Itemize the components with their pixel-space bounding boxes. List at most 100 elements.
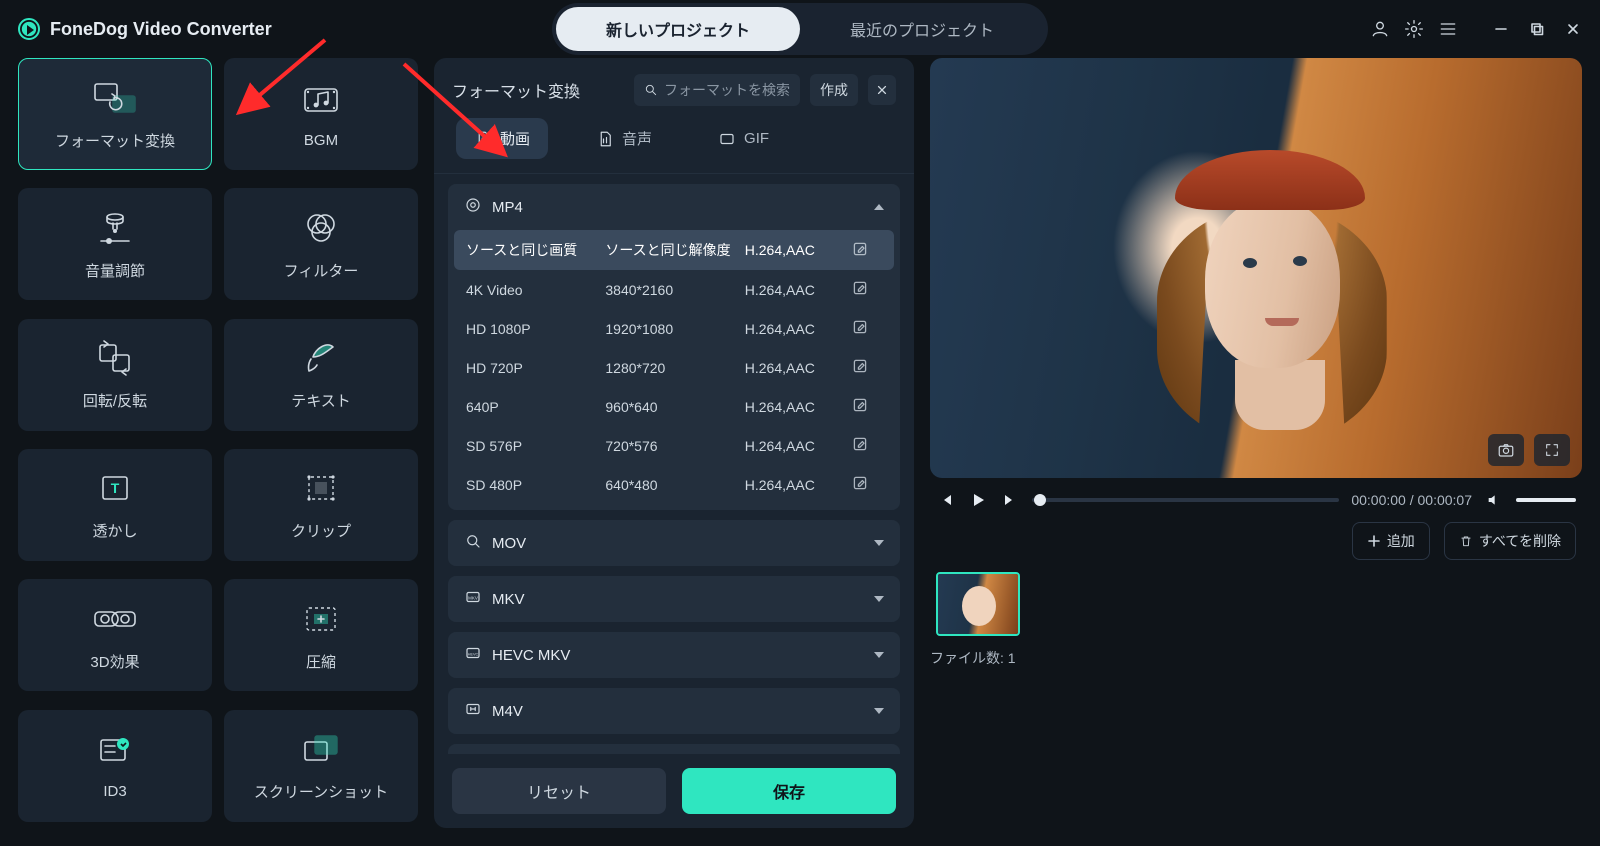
resolution: 3840*2160: [605, 282, 744, 298]
format-group-head[interactable]: AVI: [448, 744, 900, 754]
volume-icon[interactable]: [1484, 490, 1504, 510]
tool-watermark[interactable]: T 透かし: [18, 449, 212, 561]
file-thumbnail[interactable]: [936, 572, 1020, 636]
menu-icon[interactable]: [1438, 19, 1458, 39]
chevron-down-icon: [874, 652, 884, 658]
tool-label: 3D効果: [90, 651, 139, 672]
format-row[interactable]: ソースと同じ画質 ソースと同じ解像度 H.264,AAC: [454, 230, 894, 270]
window-minimize[interactable]: [1492, 20, 1510, 38]
svg-text:MKV: MKV: [468, 595, 478, 600]
format-row[interactable]: HD 1080P 1920*1080 H.264,AAC: [454, 309, 894, 348]
fullscreen-button[interactable]: [1534, 434, 1570, 466]
logo-icon: [18, 18, 40, 40]
codec: H.264,AAC: [745, 321, 852, 337]
resolution: 720*576: [605, 438, 744, 454]
tool-rotate[interactable]: 回転/反転: [18, 319, 212, 431]
quality: 4K Video: [466, 282, 605, 298]
tool-screenshot[interactable]: スクリーンショット: [224, 710, 418, 822]
tool-clip[interactable]: クリップ: [224, 449, 418, 561]
format-group-head[interactable]: MOV: [448, 520, 900, 566]
search-placeholder: フォーマットを検索: [664, 80, 790, 100]
tool-id3[interactable]: ID3: [18, 710, 212, 822]
format-name: MP4: [492, 199, 523, 216]
tool-label: フィルター: [284, 260, 359, 281]
id3-icon: [92, 731, 138, 771]
edit-icon[interactable]: [852, 397, 882, 416]
screenshot-icon: [298, 729, 344, 769]
player-bar: 00:00:00 / 00:00:07: [930, 490, 1582, 510]
format-icon: HEVC: [464, 644, 482, 666]
settings-icon[interactable]: [1404, 19, 1424, 39]
format-group-head[interactable]: M4V: [448, 688, 900, 734]
tab-audio[interactable]: 音声: [578, 118, 670, 159]
add-file-button[interactable]: 追加: [1352, 522, 1430, 560]
tool-compress[interactable]: 圧縮: [224, 579, 418, 691]
account-icon[interactable]: [1370, 19, 1390, 39]
resolution: 1920*1080: [605, 321, 744, 337]
file-count: ファイル数: 1: [930, 648, 1582, 668]
edit-icon[interactable]: [852, 358, 882, 377]
quality: HD 1080P: [466, 321, 605, 337]
window-close[interactable]: [1564, 20, 1582, 38]
snapshot-button[interactable]: [1488, 434, 1524, 466]
save-button[interactable]: 保存: [682, 768, 896, 814]
volume-slider[interactable]: [1516, 498, 1576, 502]
format-row[interactable]: SD 576P 720*576 H.264,AAC: [454, 426, 894, 465]
seek-slider[interactable]: [1032, 498, 1339, 502]
tool-filter[interactable]: フィルター: [224, 188, 418, 300]
reset-button[interactable]: リセット: [452, 768, 666, 814]
clip-icon: [298, 468, 344, 508]
tool-volume[interactable]: 音量調節: [18, 188, 212, 300]
gif-file-icon: [718, 130, 736, 148]
format-group-m4v: M4V: [448, 688, 900, 734]
format-icon: MKV: [464, 588, 482, 610]
window-maximize[interactable]: [1528, 20, 1546, 38]
format-icon: [464, 532, 482, 554]
format-group-mov: MOV: [448, 520, 900, 566]
format-group-head[interactable]: HEVC HEVC MKV: [448, 632, 900, 678]
resolution: 960*640: [605, 399, 744, 415]
delete-all-button[interactable]: すべてを削除: [1444, 522, 1576, 560]
video-file-icon: [474, 130, 492, 148]
format-group-head[interactable]: MKV MKV: [448, 576, 900, 622]
quality: ソースと同じ画質: [466, 240, 605, 260]
codec: H.264,AAC: [745, 360, 852, 376]
chevron-down-icon: [874, 540, 884, 546]
tool-label: 透かし: [92, 520, 137, 541]
tool-bgm[interactable]: BGM: [224, 58, 418, 170]
format-row[interactable]: HD 720P 1280*720 H.264,AAC: [454, 348, 894, 387]
create-format-button[interactable]: 作成: [810, 74, 858, 106]
format-panel: フォーマット変換 フォーマットを検索 作成 動画 音声 GIF: [434, 58, 914, 828]
next-button[interactable]: [1000, 490, 1020, 510]
tool-grid: フォーマット変換 BGM 音量調節 フィルター 回転/反転 テキストT 透かし …: [18, 58, 418, 828]
edit-icon[interactable]: [852, 280, 882, 299]
edit-icon[interactable]: [852, 241, 882, 260]
edit-icon[interactable]: [852, 319, 882, 338]
resolution: ソースと同じ解像度: [605, 240, 744, 260]
format-convert-icon: [92, 78, 138, 118]
tool-label: テキスト: [291, 390, 351, 411]
format-row[interactable]: 640P 960*640 H.264,AAC: [454, 387, 894, 426]
tool-text[interactable]: テキスト: [224, 319, 418, 431]
panel-close[interactable]: [868, 75, 896, 105]
chevron-down-icon: [874, 596, 884, 602]
audio-file-icon: [596, 130, 614, 148]
tab-gif[interactable]: GIF: [700, 118, 787, 159]
tab-video[interactable]: 動画: [456, 118, 548, 159]
format-row[interactable]: 4K Video 3840*2160 H.264,AAC: [454, 270, 894, 309]
play-button[interactable]: [968, 490, 988, 510]
tool-label: クリップ: [291, 520, 351, 541]
edit-icon[interactable]: [852, 436, 882, 455]
format-search[interactable]: フォーマットを検索: [634, 74, 800, 106]
tool-3d[interactable]: 3D効果: [18, 579, 212, 691]
tab-new-project[interactable]: 新しいプロジェクト: [556, 7, 800, 51]
tool-label: 音量調節: [85, 260, 145, 281]
prev-button[interactable]: [936, 490, 956, 510]
edit-icon[interactable]: [852, 475, 882, 494]
format-name: MOV: [492, 535, 526, 552]
tool-format-convert[interactable]: フォーマット変換: [18, 58, 212, 170]
format-row[interactable]: SD 480P 640*480 H.264,AAC: [454, 465, 894, 504]
codec: H.264,AAC: [745, 399, 852, 415]
tab-recent-project[interactable]: 最近のプロジェクト: [800, 7, 1044, 51]
format-group-head[interactable]: MP4: [448, 184, 900, 230]
